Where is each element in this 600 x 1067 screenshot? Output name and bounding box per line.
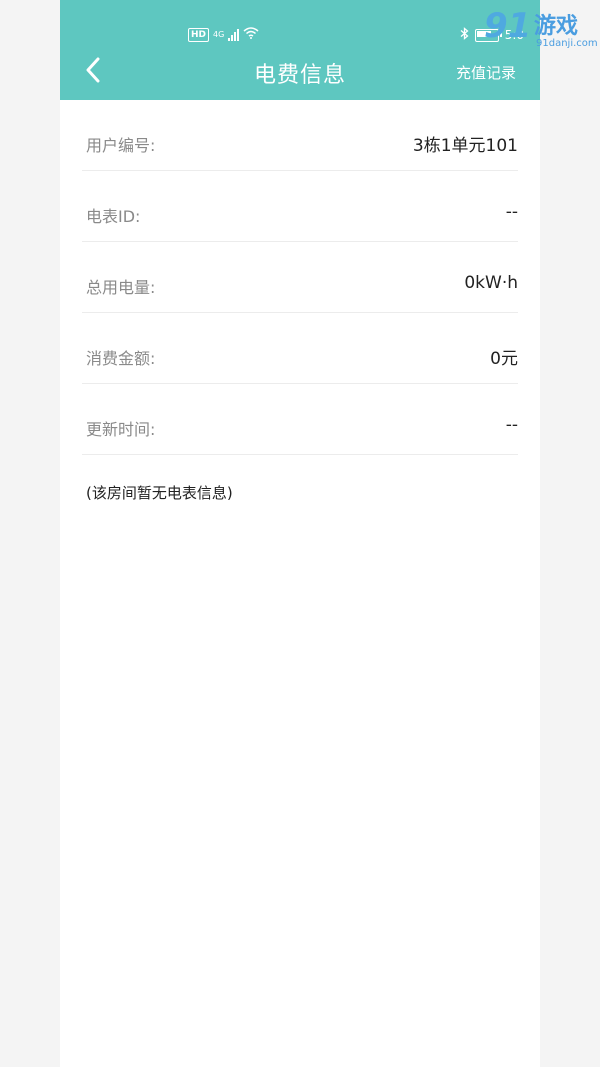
- status-bar: HD 4G 5:0: [60, 22, 540, 50]
- update-time-value: --: [505, 415, 518, 435]
- user-number-label: 用户编号:: [86, 136, 156, 155]
- wifi-icon: [243, 27, 259, 42]
- list-item: 电表ID: --: [82, 171, 518, 242]
- list-item: 更新时间: --: [82, 384, 518, 455]
- total-usage-label: 总用电量:: [86, 278, 156, 297]
- no-meter-note: (该房间暂无电表信息): [86, 484, 233, 502]
- network-type: 4G: [213, 30, 225, 39]
- app-screen: HD 4G 5:0 电费信息 充值记录 用户编号: 3栋1单元101 电表ID:…: [60, 0, 540, 1067]
- watermark-logo: 91 游戏 91danji.com: [484, 4, 598, 52]
- total-usage-value: 0kW·h: [464, 273, 518, 293]
- update-time-label: 更新时间:: [86, 420, 156, 439]
- watermark-logo-mark: 91: [484, 6, 532, 46]
- recharge-records-button[interactable]: 充值记录: [456, 62, 516, 83]
- watermark-site: 91danji.com: [536, 38, 598, 49]
- spend-amount-value: 0元: [490, 349, 518, 369]
- hd-badge: HD: [188, 27, 210, 42]
- list-item: 消费金额: 0元: [82, 313, 518, 384]
- header-bar: HD 4G 5:0 电费信息 充值记录: [60, 0, 540, 100]
- bluetooth-icon: [460, 27, 469, 43]
- spend-amount-label: 消费金额:: [86, 349, 156, 368]
- signal-icon: [228, 28, 240, 41]
- user-number-value: 3栋1单元101: [412, 136, 518, 156]
- meter-id-value: --: [505, 202, 518, 222]
- meter-info-list: 用户编号: 3栋1单元101 电表ID: -- 总用电量: 0kW·h 消费金额…: [82, 100, 518, 455]
- watermark-name: 游戏: [534, 14, 579, 39]
- status-left: HD 4G: [188, 27, 259, 42]
- meter-id-label: 电表ID:: [86, 207, 141, 226]
- list-item: 总用电量: 0kW·h: [82, 242, 518, 313]
- list-item: 用户编号: 3栋1单元101: [82, 100, 518, 171]
